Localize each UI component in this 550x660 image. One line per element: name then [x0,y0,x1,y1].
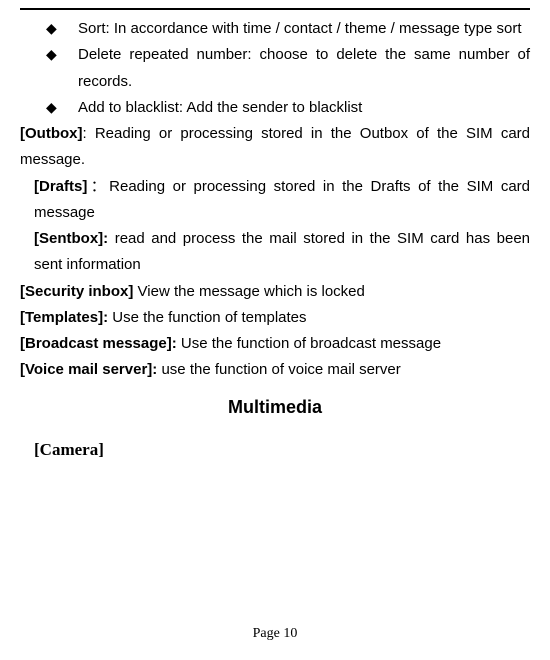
multimedia-heading: Multimedia [20,392,530,424]
section-text: View the message which is locked [138,283,365,300]
document-page: ◆ Sort: In accordance with time / contac… [0,8,550,660]
section-text: Reading or processing stored in the Draf… [34,178,530,221]
page-number: Page 10 [0,622,550,647]
voicemail-section: [Voice mail server]: use the function of… [20,357,530,383]
camera-heading: [Camera] [20,435,530,465]
section-label: [Voice mail server]: [20,361,157,378]
diamond-icon: ◆ [46,95,57,120]
drafts-section: [Drafts]：Reading or processing stored in… [20,174,530,227]
section-label: [Broadcast message]: [20,335,177,352]
section-label: [Drafts] [34,178,87,195]
outbox-section: [Outbox]: Reading or processing stored i… [20,121,530,174]
top-divider [20,8,530,10]
list-item-text: Sort: In accordance with time / contact … [78,20,522,37]
section-text: Use the function of templates [112,309,306,326]
templates-section: [Templates]: Use the function of templat… [20,305,530,331]
section-text: Reading or processing stored in the Outb… [20,125,530,168]
diamond-icon: ◆ [46,42,57,67]
list-item: ◆ Add to blacklist: Add the sender to bl… [20,95,530,121]
section-text: Use the function of broadcast message [181,335,441,352]
section-label: [Sentbox]: [34,230,108,247]
diamond-icon: ◆ [46,16,57,41]
list-item-text: Add to blacklist: Add the sender to blac… [78,99,362,116]
section-sep: ： [87,178,109,195]
bullet-list: ◆ Sort: In accordance with time / contac… [20,16,530,121]
section-text: use the function of voice mail server [161,361,400,378]
section-label: [Outbox] [20,125,82,142]
sentbox-section: [Sentbox]: read and process the mail sto… [20,226,530,279]
section-label: [Templates]: [20,309,108,326]
section-label: [Security inbox] [20,283,133,300]
list-item-text: Delete repeated number: choose to delete… [78,46,530,89]
broadcast-section: [Broadcast message]: Use the function of… [20,331,530,357]
section-sep: : [82,125,94,142]
list-item: ◆ Sort: In accordance with time / contac… [20,16,530,42]
security-section: [Security inbox] View the message which … [20,279,530,305]
list-item: ◆ Delete repeated number: choose to dele… [20,42,530,95]
